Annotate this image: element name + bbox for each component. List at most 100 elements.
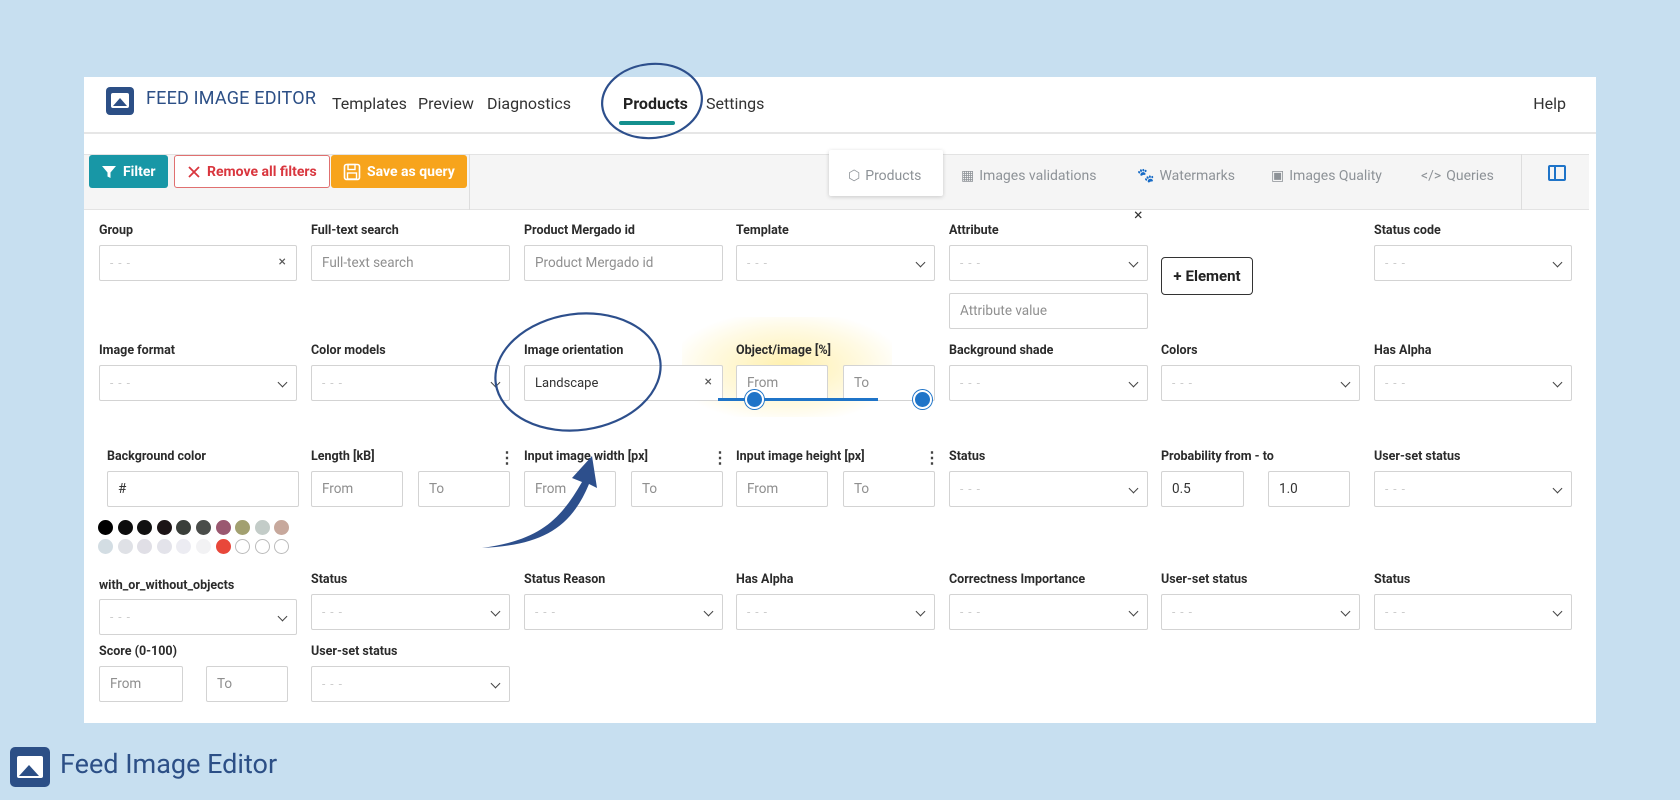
clear-icon[interactable]: × (705, 374, 712, 390)
save-query-button[interactable]: Save as query (331, 155, 467, 188)
status-code-select[interactable]: - - - (1374, 245, 1572, 281)
color-swatch[interactable] (196, 520, 211, 535)
attribute-value-input[interactable]: Attribute value (949, 293, 1148, 329)
nav-templates[interactable]: Templates (332, 94, 407, 113)
height-from[interactable]: From (736, 471, 828, 507)
bg-color-input[interactable]: # (107, 471, 299, 507)
status3-select[interactable]: - - - (1374, 594, 1572, 630)
score-from[interactable]: From (99, 666, 183, 702)
orientation-select[interactable]: Landscape × (524, 365, 723, 401)
more-options-icon[interactable]: ⋮ (499, 448, 515, 467)
status2-placeholder: - - - (322, 605, 343, 619)
user-status-select[interactable]: - - - (1374, 471, 1572, 507)
width-from[interactable]: From (524, 471, 616, 507)
chevron-down-icon (1128, 606, 1139, 617)
tab-watermarks[interactable]: 🐾 Watermarks (1137, 168, 1235, 184)
chevron-down-icon (1128, 257, 1139, 268)
height-label: Input image height [px] (736, 449, 865, 464)
color-swatch[interactable] (137, 539, 153, 554)
width-to[interactable]: To (631, 471, 723, 507)
color-swatch[interactable] (254, 539, 270, 554)
tab-images-validations[interactable]: ▦ Images validations (961, 168, 1096, 184)
tab-queries[interactable]: </> Queries (1421, 168, 1494, 184)
with-objects-label: with_or_without_objects (99, 578, 235, 593)
chevron-down-icon (277, 377, 288, 388)
more-options-icon[interactable]: ⋮ (924, 448, 940, 467)
tab-products[interactable]: ⬡ Products (848, 168, 921, 184)
color-swatch[interactable] (176, 520, 192, 535)
close-icon (188, 165, 200, 178)
fulltext-input[interactable]: Full-text search (311, 245, 510, 281)
color-swatch[interactable] (156, 539, 172, 554)
correctness-placeholder: - - - (960, 605, 981, 619)
save-query-label: Save as query (367, 163, 455, 180)
image-format-select[interactable]: - - - (99, 365, 297, 401)
group-select[interactable]: - - - × (99, 245, 297, 281)
bg-shade-select[interactable]: - - - (949, 365, 1148, 401)
template-select[interactable]: - - - (736, 245, 935, 281)
nav-settings[interactable]: Settings (706, 94, 764, 113)
color-swatch[interactable] (156, 520, 172, 535)
slider-min-handle[interactable] (745, 390, 764, 409)
color-swatch[interactable] (98, 520, 113, 535)
probability-from[interactable]: 0.5 (1161, 471, 1244, 507)
with-objects-select[interactable]: - - - (99, 599, 297, 635)
color-swatch[interactable] (215, 539, 231, 554)
color-swatch[interactable] (176, 539, 192, 554)
color-swatch[interactable] (215, 520, 231, 535)
status2-select[interactable]: - - - (311, 594, 510, 630)
has-alpha-select[interactable]: - - - (1374, 365, 1572, 401)
mergado-id-input[interactable]: Product Mergado id (524, 245, 723, 281)
has-alpha2-placeholder: - - - (747, 605, 768, 619)
status-reason-select[interactable]: - - - (524, 594, 723, 630)
status-select[interactable]: - - - (949, 471, 1148, 507)
nav-products[interactable]: Products (623, 94, 688, 113)
chevron-down-icon (915, 606, 926, 617)
attribute-select[interactable]: - - - (949, 245, 1148, 281)
has-alpha2-select[interactable]: - - - (736, 594, 935, 630)
slider-max-handle[interactable] (913, 390, 932, 409)
colors-select[interactable]: - - - (1161, 365, 1360, 401)
more-options-icon[interactable]: ⋮ (712, 448, 728, 467)
has-alpha2-label: Has Alpha (736, 572, 794, 587)
chevron-down-icon (1340, 377, 1351, 388)
remove-attribute-icon[interactable]: × (1134, 205, 1143, 224)
panel-toggle-icon[interactable] (1548, 165, 1566, 181)
color-swatch[interactable] (98, 539, 113, 554)
height-to[interactable]: To (843, 471, 935, 507)
color-swatch[interactable] (235, 539, 251, 554)
help-link[interactable]: Help (1533, 94, 1566, 113)
color-swatch[interactable] (117, 539, 133, 554)
color-models-select[interactable]: - - - (311, 365, 510, 401)
save-icon (343, 163, 361, 180)
status3-label: Status (1374, 572, 1411, 587)
tab-images-quality[interactable]: ▣ Images Quality (1271, 168, 1382, 184)
color-swatch[interactable] (196, 539, 211, 554)
user-status3-select[interactable]: - - - (311, 666, 510, 702)
user-status3-label: User-set status (311, 644, 398, 659)
add-element-button[interactable]: + Element (1161, 257, 1253, 295)
chevron-down-icon (277, 611, 288, 622)
color-swatch[interactable] (117, 520, 133, 535)
image-format-label: Image format (99, 343, 176, 358)
filter-button[interactable]: Filter (89, 155, 168, 188)
nav-diagnostics[interactable]: Diagnostics (487, 94, 571, 113)
color-swatch[interactable] (274, 539, 290, 554)
length-to[interactable]: To (418, 471, 510, 507)
remove-filters-button[interactable]: Remove all filters (174, 155, 330, 188)
color-swatch[interactable] (235, 520, 251, 535)
user-status2-select[interactable]: - - - (1161, 594, 1360, 630)
color-swatch[interactable] (254, 520, 270, 535)
score-to[interactable]: To (206, 666, 288, 702)
color-swatch[interactable] (274, 520, 290, 535)
orientation-value: Landscape (535, 375, 599, 391)
with-objects-placeholder: - - - (110, 610, 131, 624)
chevron-down-icon (490, 678, 501, 689)
clear-icon[interactable]: × (279, 254, 286, 270)
correctness-select[interactable]: - - - (949, 594, 1148, 630)
color-swatch[interactable] (137, 520, 153, 535)
group-placeholder: - - - (110, 256, 131, 270)
nav-preview[interactable]: Preview (418, 94, 474, 113)
probability-to[interactable]: 1.0 (1268, 471, 1350, 507)
length-from[interactable]: From (311, 471, 403, 507)
